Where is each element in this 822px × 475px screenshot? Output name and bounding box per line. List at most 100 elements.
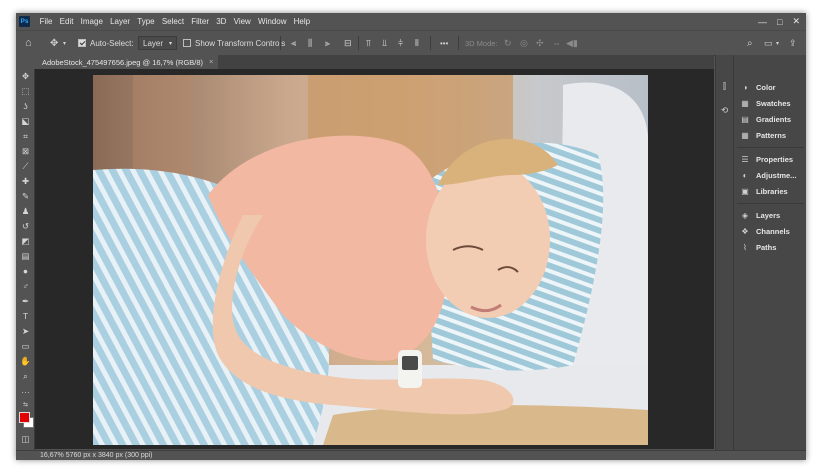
panel-label: Channels	[756, 226, 790, 236]
workspace-icon[interactable]: ▭	[764, 31, 773, 55]
rectangle-tool-icon[interactable]: ▭	[20, 341, 31, 352]
auto-select-checkbox[interactable]	[78, 39, 86, 47]
paths-icon: ⌇	[743, 242, 747, 252]
zoom-level[interactable]: 16,67%	[40, 452, 64, 459]
menu-filter[interactable]: Filter	[188, 13, 213, 30]
3d-slide-icon[interactable]: ⇔	[552, 31, 561, 55]
panel-label: Adjustme...	[756, 170, 797, 180]
object-select-tool-icon[interactable]: ⬕	[20, 116, 31, 127]
search-icon[interactable]: ⌕	[747, 31, 753, 55]
gradient-tool-icon[interactable]: ▤	[20, 251, 31, 262]
3d-rotate-icon[interactable]: ↻	[504, 31, 512, 55]
marquee-tool-icon[interactable]: ⬚	[20, 86, 31, 97]
history-icon[interactable]: ⟲	[719, 105, 730, 116]
history-brush-tool-icon[interactable]: ↺	[20, 221, 31, 232]
panel-gradients[interactable]: ▤ Gradients	[740, 113, 791, 125]
align-right-icon[interactable]: ⫸	[325, 31, 330, 55]
menu-select[interactable]: Select	[158, 13, 187, 30]
panel-adjustments[interactable]: ◐ Adjustme...	[740, 169, 797, 181]
distribute-middle-icon[interactable]: ⫫	[382, 31, 387, 55]
distribute-bottom-icon[interactable]: ⫩	[398, 31, 403, 55]
swatches-icon: ▦	[741, 98, 749, 108]
menu-layer[interactable]: Layer	[106, 13, 133, 30]
panel-patterns[interactable]: ▦ Patterns	[740, 129, 786, 141]
foreground-color-swatch[interactable]	[19, 412, 30, 423]
distribute-horizontal-icon[interactable]: ⫴	[415, 31, 419, 55]
show-transform-toggle[interactable]: Show Transform Controls	[183, 31, 285, 55]
align-left-icon[interactable]: ⫷	[291, 31, 296, 55]
layer-select[interactable]: Layer ▾	[138, 31, 178, 55]
clone-stamp-tool-icon[interactable]: ♟	[20, 206, 31, 217]
divider	[430, 36, 431, 50]
share-icon[interactable]: ⇪	[789, 31, 797, 55]
align-top-icon[interactable]: ⊟	[344, 31, 352, 55]
move-tool-icon[interactable]: ✥	[20, 71, 31, 82]
panel-channels[interactable]: ❖ Channels	[740, 225, 790, 237]
close-tab-icon[interactable]: ×	[209, 59, 213, 66]
align-center-icon[interactable]: ⫼	[308, 31, 312, 55]
panel-paths[interactable]: ⌇ Paths	[740, 241, 776, 253]
more-options-icon[interactable]: •••	[440, 31, 448, 55]
dodge-tool-icon[interactable]: ♂	[20, 281, 31, 292]
edit-toolbar-icon[interactable]: ···	[20, 387, 31, 398]
document-info: 5760 px x 3840 px (300 ppi)	[65, 452, 153, 459]
auto-select-toggle[interactable]: Auto-Select:	[78, 31, 134, 55]
panel-libraries[interactable]: ▣ Libraries	[740, 185, 787, 197]
pen-tool-icon[interactable]: ✒	[20, 296, 31, 307]
panel-properties[interactable]: ☰ Properties	[740, 153, 793, 165]
status-bar: 16,67% 5760 px x 3840 px (300 ppi)	[16, 450, 806, 460]
options-bar: ⌂ ✥ ▾ Auto-Select: Layer ▾ Show Transform…	[16, 30, 806, 56]
show-transform-label: Show Transform Controls	[195, 38, 286, 48]
menu-help[interactable]: Help	[290, 13, 314, 30]
show-transform-checkbox[interactable]	[183, 39, 191, 47]
chevron-down-icon[interactable]: ▾	[63, 31, 66, 55]
3d-roll-icon[interactable]: ◎	[520, 31, 528, 55]
libraries-icon: ▣	[741, 186, 749, 196]
eyedropper-tool-icon[interactable]: ⟋	[20, 161, 31, 172]
menu-type[interactable]: Type	[134, 13, 159, 30]
crop-tool-icon[interactable]: ⌗	[20, 131, 31, 142]
menu-window[interactable]: Window	[254, 13, 290, 30]
close-icon[interactable]: ✕	[792, 16, 800, 27]
3d-camera-icon[interactable]: ◀▮	[566, 31, 578, 55]
menu-edit[interactable]: Edit	[56, 13, 77, 30]
panel-swatches[interactable]: ▦ Swatches	[740, 97, 790, 109]
eraser-tool-icon[interactable]: ◩	[20, 236, 31, 247]
swap-colors-icon[interactable]: ⇆	[20, 400, 31, 411]
menu-3d[interactable]: 3D	[213, 13, 230, 30]
panel-layers[interactable]: ◈ Layers	[740, 209, 780, 221]
chevron-down-icon[interactable]: ▾	[776, 31, 779, 55]
brush-tool-icon[interactable]: ✎	[20, 191, 31, 202]
minimize-icon[interactable]: —	[758, 17, 767, 27]
healing-brush-tool-icon[interactable]: ✚	[20, 176, 31, 187]
panel-dock-collapsed: ⫿ ⟲	[715, 55, 733, 450]
menu-file[interactable]: File	[36, 13, 56, 30]
layers-icon: ◈	[741, 210, 749, 220]
move-tool-icon[interactable]: ✥	[50, 31, 58, 55]
panel-color[interactable]: ◑ Color	[740, 81, 776, 93]
frame-tool-icon[interactable]: ⊠	[20, 146, 31, 157]
panel-label: Paths	[756, 242, 777, 252]
adjust-icon[interactable]: ⫿	[719, 81, 730, 92]
document-tab[interactable]: AdobeStock_475497656.jpeg @ 16,7% (RGB/8…	[34, 55, 219, 69]
panel-label: Gradients	[756, 114, 792, 124]
lasso-tool-icon[interactable]: ʖ	[20, 101, 31, 112]
menu-view[interactable]: View	[230, 13, 254, 30]
zoom-tool-icon[interactable]: ⌕	[20, 371, 31, 382]
document-tabs: AdobeStock_475497656.jpeg @ 16,7% (RGB/8…	[34, 55, 714, 69]
quick-mask-icon[interactable]: ◫	[20, 434, 31, 445]
3d-pan-icon[interactable]: ✣	[536, 31, 544, 55]
menu-image[interactable]: Image	[77, 13, 106, 30]
properties-icon: ☰	[741, 154, 749, 164]
home-icon[interactable]: ⌂	[25, 31, 32, 55]
canvas-area[interactable]	[35, 69, 714, 449]
document-image[interactable]	[93, 75, 648, 445]
hand-tool-icon[interactable]: ✋	[20, 356, 31, 367]
distribute-top-icon[interactable]: ⫪	[366, 31, 371, 55]
path-selection-tool-icon[interactable]: ➤	[20, 326, 31, 337]
maximize-icon[interactable]: □	[777, 17, 782, 27]
color-icon: ◑	[742, 82, 748, 92]
blur-tool-icon[interactable]: ●	[20, 266, 31, 277]
divider	[737, 147, 804, 148]
type-tool-icon[interactable]: T	[20, 311, 31, 322]
